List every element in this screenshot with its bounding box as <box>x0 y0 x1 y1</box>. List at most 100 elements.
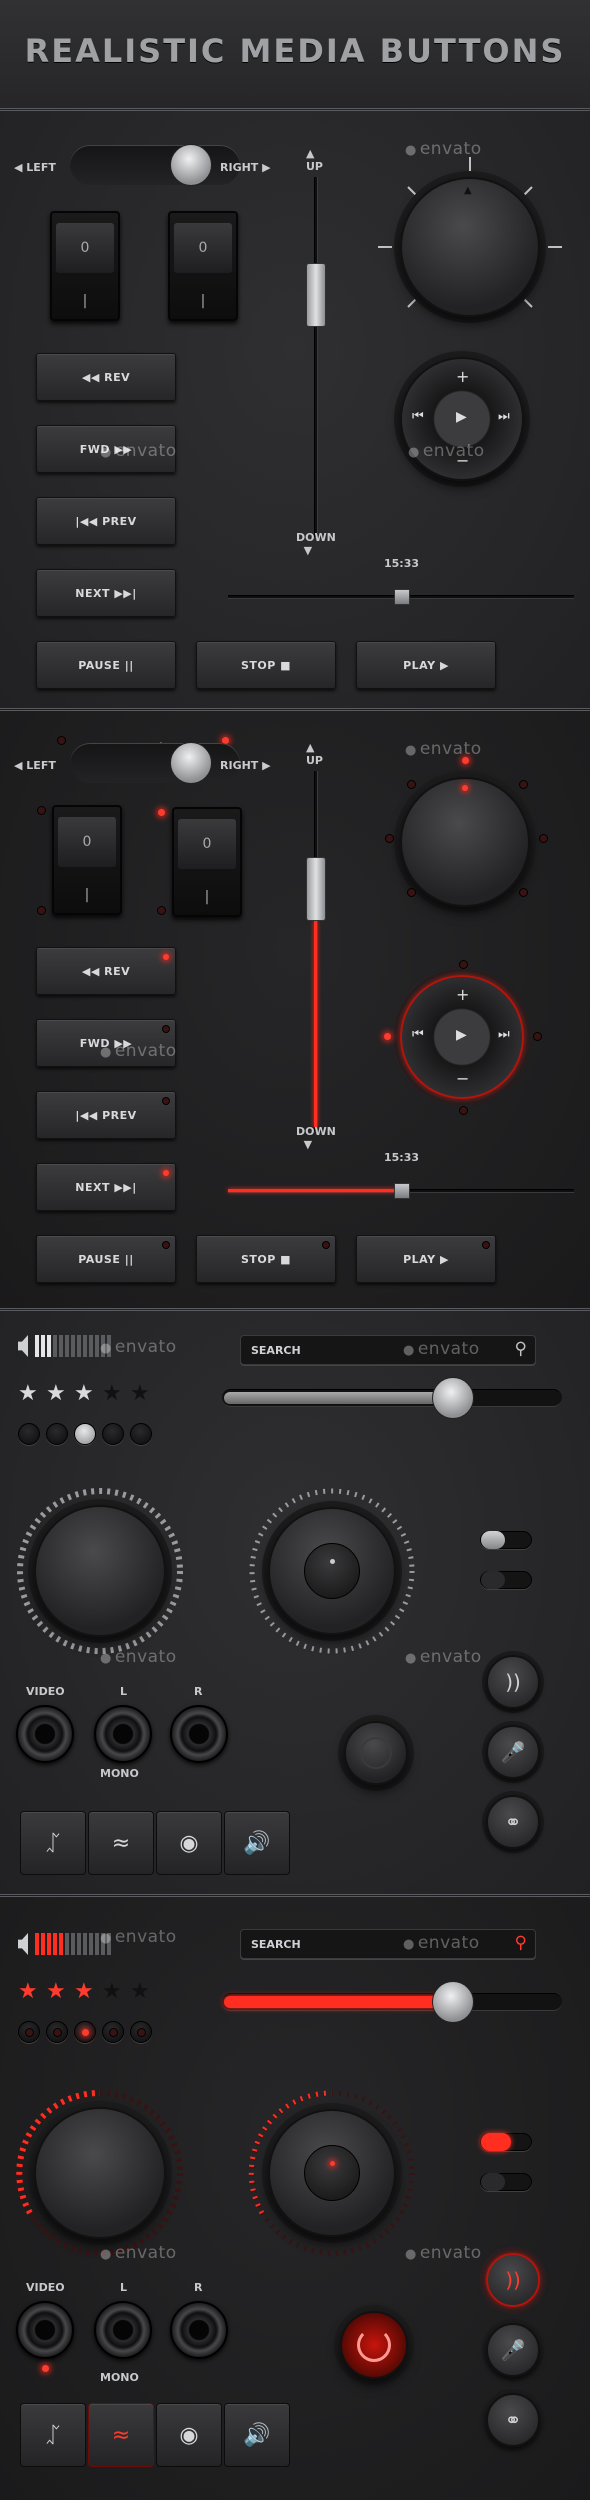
media-dpad[interactable]: + − ⏮ ▶ ⏭ <box>400 357 524 481</box>
wireless-button[interactable]: )) <box>486 1655 540 1709</box>
time-label: 15:33 <box>384 1151 420 1164</box>
indicator-led <box>58 737 65 744</box>
power-button[interactable] <box>340 2311 408 2379</box>
page-title: REALISTIC MEDIA BUTTONS <box>24 32 566 70</box>
switch-on[interactable] <box>480 2133 532 2151</box>
gain-knob[interactable] <box>34 1505 166 1637</box>
stop-button[interactable]: STOP ■ <box>196 641 336 689</box>
indicator-led <box>158 809 165 816</box>
jack-video-label: VIDEO <box>26 1685 65 1698</box>
switch-on[interactable] <box>480 1531 532 1549</box>
play-button[interactable]: PLAY ▶ <box>356 641 496 689</box>
wireless-button[interactable]: )) <box>486 2253 540 2307</box>
next-track-icon[interactable]: ⏭ <box>498 1027 510 1042</box>
headphones-button[interactable]: ⚭ <box>486 2393 540 2447</box>
bluetooth-button[interactable]: ᛢ <box>20 2403 86 2467</box>
location-button[interactable]: ◉ <box>156 1811 222 1875</box>
rocker-switch-1[interactable]: 0 | <box>50 211 120 321</box>
left-right-toggle[interactable] <box>70 144 240 186</box>
level-slider-thumb[interactable] <box>432 1981 474 2023</box>
rocker-switch-2[interactable]: 0 | <box>168 211 238 321</box>
media-dpad[interactable]: + − ⏮ ▶ ⏭ <box>400 975 524 1099</box>
location-button[interactable]: ◉ <box>156 2403 222 2467</box>
video-jack[interactable] <box>16 1705 74 1763</box>
wifi-button[interactable]: ≈ <box>88 2403 154 2467</box>
watermark: envato <box>405 2243 482 2263</box>
indicator-led <box>408 781 415 788</box>
switch-off[interactable] <box>480 2173 532 2191</box>
power-button[interactable] <box>344 1721 408 1785</box>
search-bar[interactable]: SEARCH envato ⚲ <box>240 1929 536 1959</box>
toggle-right-label: RIGHT ▶ <box>220 759 271 772</box>
rev-button[interactable]: ◀◀ REV <box>36 353 176 401</box>
headphones-button[interactable]: ⚭ <box>486 1795 540 1849</box>
search-bar[interactable]: SEARCH envato ⚲ <box>240 1335 536 1365</box>
horizontal-slider-thumb[interactable] <box>394 1183 410 1199</box>
left-right-toggle[interactable] <box>70 742 240 784</box>
vertical-slider-thumb[interactable] <box>306 263 326 327</box>
stop-button[interactable]: STOP ■ <box>196 1235 336 1283</box>
switch-off[interactable] <box>480 1571 532 1589</box>
vertical-slider-track[interactable] <box>314 177 318 537</box>
next-track-icon[interactable]: ⏭ <box>498 409 510 424</box>
level-slider-track[interactable] <box>222 1389 562 1407</box>
left-jack[interactable] <box>94 2301 152 2359</box>
prev-button[interactable]: |◀◀ PREV <box>36 1091 176 1139</box>
toggle-right-label: RIGHT ▶ <box>220 161 271 174</box>
rocker-switch-2[interactable]: 0 | <box>172 807 242 917</box>
prev-track-icon[interactable]: ⏮ <box>412 409 424 424</box>
play-icon[interactable]: ▶ <box>456 1027 467 1043</box>
volume-down-icon[interactable]: − <box>456 1069 469 1088</box>
play-icon[interactable]: ▶ <box>456 409 467 425</box>
vertical-slider-thumb[interactable] <box>306 857 326 921</box>
level-slider-thumb[interactable] <box>432 1377 474 1419</box>
prev-track-icon[interactable]: ⏮ <box>412 1027 424 1042</box>
rocker-switch-1[interactable]: 0 | <box>52 805 122 915</box>
indicator-led <box>158 907 165 914</box>
toggle-knob[interactable] <box>170 144 212 186</box>
speaker-button[interactable]: 🔊 <box>224 2403 290 2467</box>
toggle-knob[interactable] <box>170 742 212 784</box>
right-jack[interactable] <box>170 1705 228 1763</box>
down-label: DOWN ▼ <box>296 531 336 557</box>
prev-button[interactable]: |◀◀ PREV <box>36 497 176 545</box>
bluetooth-button[interactable]: ᛢ <box>20 1811 86 1875</box>
left-jack[interactable] <box>94 1705 152 1763</box>
search-label: SEARCH <box>251 1344 301 1357</box>
wifi-button[interactable]: ≈ <box>88 1811 154 1875</box>
next-button[interactable]: NEXT ▶▶| <box>36 1163 176 1211</box>
toggle-left-label: ◀ LEFT <box>14 759 56 772</box>
right-jack[interactable] <box>170 2301 228 2359</box>
mono-label: MONO <box>100 2371 139 2384</box>
horizontal-slider-thumb[interactable] <box>394 589 410 605</box>
rotary-knob[interactable] <box>400 777 530 907</box>
speaker-button[interactable]: 🔊 <box>224 1811 290 1875</box>
indicator-led <box>540 835 547 842</box>
volume-knob[interactable] <box>268 2109 396 2237</box>
watermark: envato <box>408 441 485 461</box>
volume-up-icon[interactable]: + <box>456 985 469 1004</box>
watermark: envato <box>405 1647 482 1667</box>
jack-right-label: R <box>194 1685 203 1698</box>
indicator-led <box>460 961 467 968</box>
pause-button[interactable]: PAUSE || <box>36 641 176 689</box>
next-button[interactable]: NEXT ▶▶| <box>36 569 176 617</box>
search-icon[interactable]: ⚲ <box>515 1339 527 1359</box>
search-icon[interactable]: ⚲ <box>515 1933 527 1953</box>
gain-knob[interactable] <box>34 2107 166 2239</box>
microphone-button[interactable]: 🎤 <box>486 2323 540 2377</box>
volume-knob[interactable] <box>268 1507 396 1635</box>
watermark: envato <box>403 1933 480 1953</box>
section-audio-panel-off: envato SEARCH envato ⚲ ★★★★★ envato enva… <box>0 1308 590 1894</box>
video-jack[interactable] <box>16 2301 74 2359</box>
level-slider-track[interactable] <box>222 1993 562 2011</box>
watermark: envato <box>100 1647 177 1667</box>
volume-up-icon[interactable]: + <box>456 367 469 386</box>
play-button[interactable]: PLAY ▶ <box>356 1235 496 1283</box>
page-header: REALISTIC MEDIA BUTTONS <box>0 0 590 108</box>
rev-button[interactable]: ◀◀ REV <box>36 947 176 995</box>
microphone-button[interactable]: 🎤 <box>486 1725 540 1779</box>
pause-button[interactable]: PAUSE || <box>36 1235 176 1283</box>
indicator-led <box>42 2365 49 2372</box>
rotary-knob[interactable]: ▲ <box>400 177 540 317</box>
